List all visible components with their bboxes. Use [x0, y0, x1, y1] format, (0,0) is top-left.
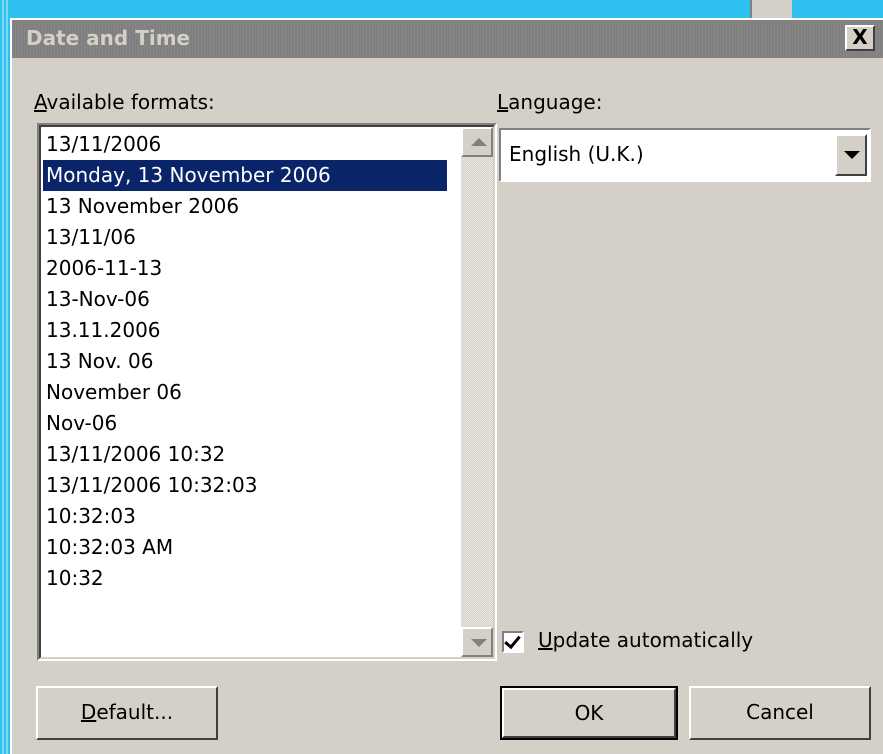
title-bar[interactable]: Date and Time X	[12, 20, 883, 58]
format-list-item[interactable]: 13/11/06	[43, 222, 447, 253]
chevron-down-icon	[844, 151, 860, 159]
format-list-item[interactable]: 13/11/2006	[43, 129, 447, 160]
format-list-item[interactable]: November 06	[43, 377, 447, 408]
format-list-item[interactable]: 10:32	[43, 563, 447, 594]
available-formats-label: Available formats:	[34, 90, 215, 114]
format-list-item[interactable]: 13 Nov. 06	[43, 346, 447, 377]
date-time-dialog: Date and Time X Available formats: 13/11…	[10, 18, 883, 754]
format-list-item[interactable]: 10:32:03 AM	[43, 532, 447, 563]
format-list-item[interactable]: 10:32:03	[43, 501, 447, 532]
scroll-up-arrow-icon	[471, 138, 487, 146]
language-select[interactable]: English (U.K.)	[499, 128, 871, 182]
format-list-item[interactable]: 13.11.2006	[43, 315, 447, 346]
format-list-item[interactable]: 13/11/2006 10:32:03	[43, 470, 447, 501]
scroll-up-button[interactable]	[461, 127, 493, 157]
ok-button-label: OK	[502, 688, 676, 738]
language-dropdown-button[interactable]	[835, 134, 867, 176]
format-list-item[interactable]: Monday, 13 November 2006	[43, 160, 447, 191]
ok-button[interactable]: OK	[500, 686, 678, 740]
format-list-item[interactable]: 13/11/2006 10:32	[43, 439, 447, 470]
update-automatically-label[interactable]: Update automatically	[538, 628, 753, 652]
dialog-title: Date and Time	[26, 26, 191, 50]
language-label: Language:	[497, 90, 603, 114]
formats-list: 13/11/2006 Monday, 13 November 2006 13 Nov…	[43, 129, 447, 594]
format-list-item[interactable]: 13-Nov-06	[43, 284, 447, 315]
language-value: English (U.K.)	[509, 142, 644, 166]
format-list-item[interactable]: 2006-11-13	[43, 253, 447, 284]
format-list-item[interactable]: 13 November 2006	[43, 191, 447, 222]
update-automatically-checkbox[interactable]	[502, 631, 524, 653]
formats-listbox[interactable]: 13/11/2006 Monday, 13 November 2006 13 Nov…	[37, 123, 497, 661]
default-button[interactable]: Default...	[36, 686, 218, 740]
scroll-down-button[interactable]	[461, 627, 493, 657]
check-icon	[504, 631, 521, 650]
cancel-button[interactable]: Cancel	[689, 686, 871, 740]
scroll-down-arrow-icon	[471, 639, 487, 647]
background-window-edge	[0, 0, 10, 754]
formats-scrollbar[interactable]	[461, 127, 493, 657]
format-list-item[interactable]: Nov-06	[43, 408, 447, 439]
close-icon: X	[852, 25, 868, 49]
close-button[interactable]: X	[845, 25, 875, 51]
